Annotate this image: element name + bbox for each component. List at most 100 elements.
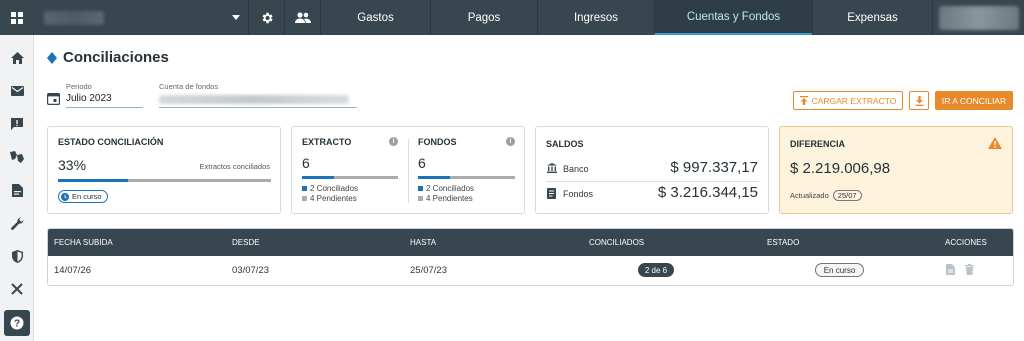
- col-fecha-subida: FECHA SUBIDA: [54, 238, 113, 247]
- sidebar-item-home[interactable]: [0, 44, 34, 72]
- fondos-pendientes: 4 Pendientes: [426, 194, 473, 203]
- table-row[interactable]: 14/07/26 03/07/23 25/07/23 2 de 6 En cur…: [48, 256, 1013, 286]
- saldos-divider: [546, 181, 759, 182]
- blue-dot-icon: [418, 186, 423, 191]
- sidebar: ?: [0, 35, 34, 341]
- extracto-count: 6: [302, 155, 310, 171]
- sidebar-item-tools[interactable]: [0, 209, 34, 237]
- user-menu[interactable]: [932, 0, 1024, 35]
- estado-title: ESTADO CONCILIACIÓN: [58, 137, 164, 147]
- view-document-icon[interactable]: [946, 264, 955, 275]
- tab-expensas[interactable]: Expensas: [812, 0, 932, 35]
- periodo-label: Periodo: [66, 82, 92, 91]
- diamond-icon: [47, 51, 57, 64]
- cargar-extracto-button[interactable]: CARGAR EXTRACTO: [793, 91, 903, 110]
- download-button[interactable]: [909, 91, 929, 110]
- wrench-icon: [10, 216, 24, 230]
- tab-pagos[interactable]: Pagos: [430, 0, 537, 35]
- estado-badge-label: En curso: [72, 192, 102, 201]
- sidebar-item-documents[interactable]: [0, 176, 34, 204]
- upload-icon: [799, 96, 808, 105]
- estado-conciliacion-card: ESTADO CONCILIACIÓN 33% Extractos concil…: [47, 126, 281, 214]
- top-navigation-bar: Gastos Pagos Ingresos Cuentas y Fondos E…: [0, 0, 1024, 35]
- diferencia-updated-date: 25/07: [832, 190, 862, 201]
- extracto-info-icon[interactable]: i: [389, 137, 398, 146]
- extracto-title: EXTRACTO: [302, 137, 352, 147]
- tab-label: Expensas: [847, 11, 898, 24]
- tab-gastos[interactable]: Gastos: [320, 0, 430, 35]
- tab-label: Ingresos: [573, 11, 619, 24]
- mail-icon: [10, 86, 24, 96]
- users-button[interactable]: [284, 0, 320, 35]
- cell-estado: En curso: [815, 263, 864, 277]
- ir-a-conciliar-button[interactable]: IR A CONCILIAR: [935, 91, 1013, 110]
- conciliaciones-table: FECHA SUBIDA DESDE HASTA CONCILIADOS EST…: [47, 228, 1014, 286]
- diferencia-value: $ 2.219.006,98: [790, 160, 891, 177]
- home-icon: [10, 52, 24, 64]
- company-selector[interactable]: [34, 0, 248, 35]
- saldos-fondos-value: $ 3.216.344,15: [657, 184, 758, 201]
- forum-icon: [10, 151, 24, 163]
- estado-percent: 33%: [58, 157, 87, 173]
- col-acciones: ACCIONES: [945, 238, 987, 247]
- col-hasta: HASTA: [410, 238, 437, 247]
- cuenta-input[interactable]: [159, 91, 357, 108]
- blue-dot-icon: [302, 186, 307, 191]
- cell-conciliados: 2 de 6: [638, 263, 674, 277]
- col-estado: ESTADO: [767, 238, 800, 247]
- diferencia-card: DIFERENCIA $ 2.219.006,98 Actualizado 25…: [779, 126, 1013, 214]
- help-button[interactable]: ?: [4, 310, 30, 336]
- estado-progress-bar: [58, 179, 271, 182]
- shield-icon: [11, 249, 23, 263]
- calendar-icon: [47, 93, 60, 105]
- periodo-value[interactable]: Julio 2023: [66, 91, 143, 108]
- tab-cuentas-y-fondos[interactable]: Cuentas y Fondos: [654, 0, 812, 35]
- warning-icon: [988, 137, 1002, 149]
- cell-desde: 03/07/23: [232, 265, 269, 276]
- ledger-icon: [547, 188, 556, 199]
- diferencia-title: DIFERENCIA: [790, 139, 846, 149]
- bank-icon: [547, 163, 557, 173]
- table-header: FECHA SUBIDA DESDE HASTA CONCILIADOS EST…: [48, 229, 1013, 256]
- gray-dot-icon: [418, 196, 423, 201]
- settings-button[interactable]: [248, 0, 284, 35]
- cuenta-field[interactable]: Cuenta de fondos: [159, 82, 357, 108]
- fondos-progress-fill: [418, 176, 450, 179]
- help-icon: ?: [10, 316, 24, 330]
- col-desde: DESDE: [232, 238, 260, 247]
- caret-down-icon: [232, 15, 240, 20]
- sidebar-item-forum[interactable]: [0, 143, 34, 171]
- col-conciliados: CONCILIADOS: [589, 238, 645, 247]
- estado-progress-fill: [58, 179, 129, 182]
- tab-label: Cuentas y Fondos: [686, 10, 781, 23]
- apps-grid-button[interactable]: [0, 0, 34, 35]
- fondos-conciliados-legend: 2 Conciliados: [418, 184, 474, 193]
- fondos-progress-bar: [418, 176, 515, 179]
- fondos-count: 6: [418, 155, 426, 171]
- card-divider: [408, 139, 409, 203]
- diferencia-updated: Actualizado 25/07: [790, 190, 862, 201]
- fondos-info-icon[interactable]: i: [506, 137, 515, 146]
- sidebar-item-alerts[interactable]: [0, 110, 34, 138]
- periodo-field[interactable]: Periodo Julio 2023: [47, 82, 143, 108]
- delete-icon[interactable]: [965, 264, 974, 275]
- users-icon: [294, 11, 311, 23]
- sidebar-item-tools-cross[interactable]: [0, 275, 34, 303]
- gear-icon: [262, 12, 273, 23]
- saldos-banco-value: $ 997.337,17: [670, 159, 758, 176]
- estado-caption: Extractos conciliados: [199, 162, 270, 171]
- extracto-conciliados-legend: 2 Conciliados: [302, 184, 358, 193]
- cuenta-label: Cuenta de fondos: [159, 82, 219, 91]
- tab-label: Gastos: [357, 11, 394, 24]
- apps-grid-icon: [11, 11, 23, 24]
- extracto-conciliados: 2 Conciliados: [310, 184, 359, 193]
- tab-ingresos[interactable]: Ingresos: [537, 0, 654, 35]
- download-icon: [915, 95, 923, 106]
- sidebar-item-mail[interactable]: [0, 77, 34, 105]
- fondos-title: FONDOS: [418, 137, 457, 147]
- cell-fecha-subida: 14/07/26: [54, 265, 91, 276]
- sidebar-item-security[interactable]: [0, 242, 34, 270]
- tab-label: Pagos: [467, 11, 501, 24]
- document-icon: [11, 183, 23, 197]
- cell-hasta: 25/07/23: [410, 265, 447, 276]
